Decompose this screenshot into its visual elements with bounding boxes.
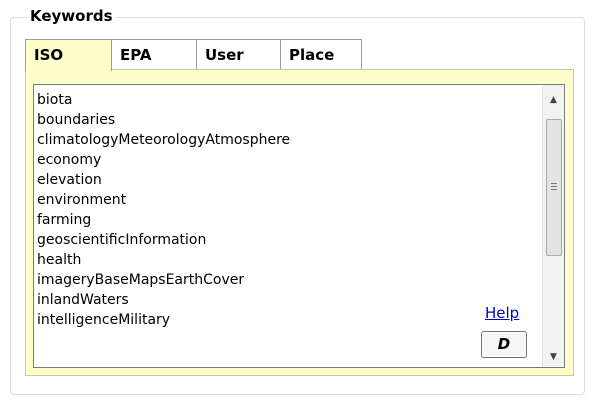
scroll-thumb[interactable] (546, 119, 562, 256)
scroll-up-arrow-icon[interactable]: ▲ (543, 90, 564, 110)
list-item[interactable]: geoscientificInformation (34, 230, 536, 250)
tab-user[interactable]: User (196, 39, 281, 70)
keyword-listbox[interactable]: biota boundaries climatologyMeteorologyA… (33, 84, 565, 368)
tab-iso[interactable]: ISO (25, 39, 112, 71)
list-item[interactable]: imageryBaseMapsEarthCover (34, 270, 536, 290)
list-item[interactable]: elevation (34, 170, 536, 190)
keyword-list: biota boundaries climatologyMeteorologyA… (34, 85, 536, 330)
tab-place[interactable]: Place (280, 39, 362, 70)
grip-lines-icon (551, 186, 557, 187)
tab-epa[interactable]: EPA (111, 39, 197, 70)
grip-lines-icon (551, 189, 557, 190)
list-item[interactable]: environment (34, 190, 536, 210)
d-button[interactable]: D (481, 331, 527, 358)
scroll-down-arrow-icon[interactable]: ▼ (543, 347, 564, 367)
keywords-legend: Keywords (27, 6, 116, 26)
list-item[interactable]: health (34, 250, 536, 270)
list-item[interactable]: intelligenceMilitary (34, 310, 536, 330)
list-item[interactable]: climatologyMeteorologyAtmosphere (34, 130, 536, 150)
list-item[interactable]: farming (34, 210, 536, 230)
list-item[interactable]: inlandWaters (34, 290, 536, 310)
list-item[interactable]: boundaries (34, 110, 536, 130)
vertical-scrollbar[interactable]: ▲ ▼ (542, 85, 564, 367)
list-item[interactable]: biota (34, 90, 536, 110)
grip-lines-icon (551, 183, 557, 184)
keywords-window: Keywords ISO EPA User Place biota bounda… (0, 0, 591, 408)
help-link[interactable]: Help (485, 303, 519, 323)
list-item[interactable]: economy (34, 150, 536, 170)
